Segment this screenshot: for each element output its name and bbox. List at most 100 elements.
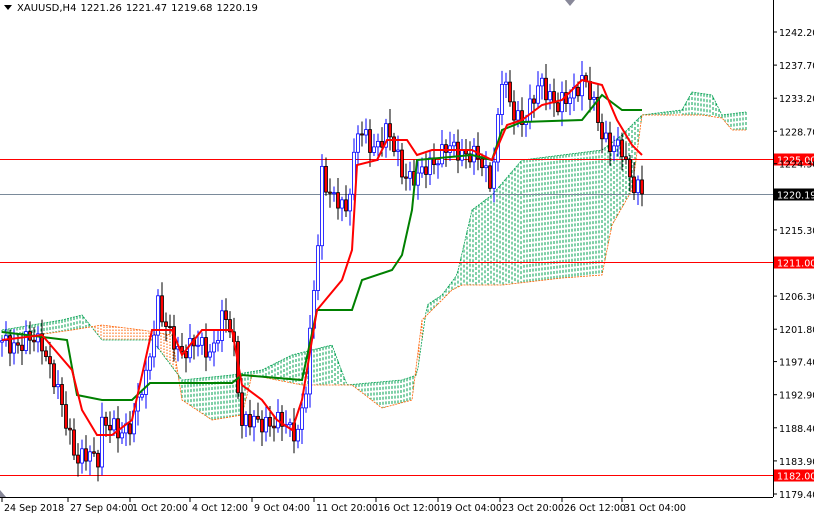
candle[interactable] bbox=[292, 408, 296, 454]
candle[interactable] bbox=[100, 402, 104, 476]
candle[interactable] bbox=[600, 113, 604, 154]
candle[interactable] bbox=[72, 418, 76, 460]
candle[interactable] bbox=[624, 142, 628, 165]
chart-shift-marker-icon[interactable] bbox=[565, 0, 575, 6]
candle[interactable] bbox=[400, 143, 404, 185]
candle[interactable] bbox=[536, 71, 540, 109]
candle[interactable] bbox=[68, 418, 72, 445]
candle[interactable] bbox=[76, 443, 80, 477]
candle[interactable] bbox=[428, 151, 432, 185]
candle[interactable] bbox=[104, 411, 108, 437]
candle[interactable] bbox=[596, 83, 600, 132]
candle[interactable] bbox=[520, 97, 524, 137]
candle[interactable] bbox=[80, 439, 84, 474]
candle[interactable] bbox=[540, 73, 544, 100]
candle[interactable] bbox=[52, 359, 56, 395]
candle[interactable] bbox=[304, 386, 308, 413]
candle[interactable] bbox=[328, 178, 332, 208]
candle[interactable] bbox=[548, 83, 552, 110]
candle[interactable] bbox=[124, 413, 128, 446]
candle[interactable] bbox=[108, 411, 112, 443]
candle[interactable] bbox=[248, 399, 252, 436]
candle[interactable] bbox=[572, 73, 576, 111]
candle[interactable] bbox=[296, 424, 300, 449]
candle[interactable] bbox=[264, 405, 268, 442]
candle[interactable] bbox=[92, 437, 96, 457]
candle[interactable] bbox=[344, 185, 348, 218]
candle[interactable] bbox=[436, 160, 440, 179]
candle[interactable] bbox=[556, 92, 560, 116]
candle[interactable] bbox=[508, 70, 512, 107]
candle[interactable] bbox=[580, 60, 584, 111]
candle[interactable] bbox=[636, 175, 640, 206]
candle[interactable] bbox=[372, 133, 376, 157]
candle[interactable] bbox=[348, 188, 352, 226]
candle[interactable] bbox=[56, 370, 60, 400]
candle[interactable] bbox=[640, 165, 644, 207]
candle[interactable] bbox=[384, 118, 388, 158]
candle[interactable] bbox=[88, 445, 92, 476]
candle[interactable] bbox=[532, 94, 536, 118]
candle[interactable] bbox=[616, 126, 620, 157]
candle[interactable] bbox=[512, 90, 516, 135]
candle[interactable] bbox=[488, 162, 492, 192]
candle[interactable] bbox=[392, 132, 396, 157]
candle[interactable] bbox=[476, 132, 480, 171]
candle[interactable] bbox=[208, 344, 212, 361]
candle[interactable] bbox=[612, 135, 616, 162]
candle[interactable] bbox=[452, 133, 456, 158]
candle[interactable] bbox=[404, 163, 408, 191]
candle[interactable] bbox=[464, 139, 468, 169]
scroll-marker-icon[interactable] bbox=[0, 490, 6, 497]
candle[interactable] bbox=[388, 108, 392, 151]
candle[interactable] bbox=[96, 449, 100, 482]
candle[interactable] bbox=[244, 411, 248, 437]
candle[interactable] bbox=[148, 353, 152, 380]
candle[interactable] bbox=[84, 435, 88, 471]
candle[interactable] bbox=[48, 341, 52, 379]
candle[interactable] bbox=[316, 234, 320, 301]
candle[interactable] bbox=[256, 402, 260, 423]
candle[interactable] bbox=[252, 410, 256, 442]
candle[interactable] bbox=[228, 311, 232, 338]
candle[interactable] bbox=[320, 154, 324, 260]
candle[interactable] bbox=[128, 411, 132, 446]
candle[interactable] bbox=[260, 410, 264, 447]
chart-window[interactable]: 1225.001220.191211.001182.001242.201237.… bbox=[0, 0, 814, 514]
dropdown-triangle-icon[interactable] bbox=[4, 5, 12, 10]
candle[interactable] bbox=[224, 298, 228, 333]
candle[interactable] bbox=[440, 129, 444, 168]
candle[interactable] bbox=[456, 129, 460, 174]
candle[interactable] bbox=[604, 120, 608, 143]
candle[interactable] bbox=[364, 118, 368, 144]
candle[interactable] bbox=[588, 66, 592, 113]
candle[interactable] bbox=[460, 139, 464, 167]
candle[interactable] bbox=[504, 72, 508, 99]
candle[interactable] bbox=[44, 346, 48, 362]
candle[interactable] bbox=[120, 422, 124, 444]
candle[interactable] bbox=[552, 78, 556, 117]
candle[interactable] bbox=[200, 332, 204, 355]
candle[interactable] bbox=[408, 161, 412, 191]
candle[interactable] bbox=[220, 299, 224, 352]
candle[interactable] bbox=[4, 321, 8, 347]
candle[interactable] bbox=[444, 139, 448, 167]
candle[interactable] bbox=[284, 410, 288, 434]
candle[interactable] bbox=[36, 326, 40, 353]
candle[interactable] bbox=[272, 416, 276, 442]
candle[interactable] bbox=[64, 391, 68, 436]
candle[interactable] bbox=[336, 178, 340, 220]
candle[interactable] bbox=[276, 399, 280, 433]
candle[interactable] bbox=[60, 377, 64, 417]
candle[interactable] bbox=[164, 312, 168, 342]
price-chart[interactable]: 1225.001220.191211.001182.001242.201237.… bbox=[0, 0, 814, 514]
candle[interactable] bbox=[324, 157, 328, 196]
candle[interactable] bbox=[240, 378, 244, 439]
candle[interactable] bbox=[152, 320, 156, 368]
candle[interactable] bbox=[212, 330, 216, 367]
candle[interactable] bbox=[216, 330, 220, 352]
candle[interactable] bbox=[560, 81, 564, 127]
candle[interactable] bbox=[340, 196, 344, 222]
candle[interactable] bbox=[360, 121, 364, 147]
candle[interactable] bbox=[628, 155, 632, 192]
